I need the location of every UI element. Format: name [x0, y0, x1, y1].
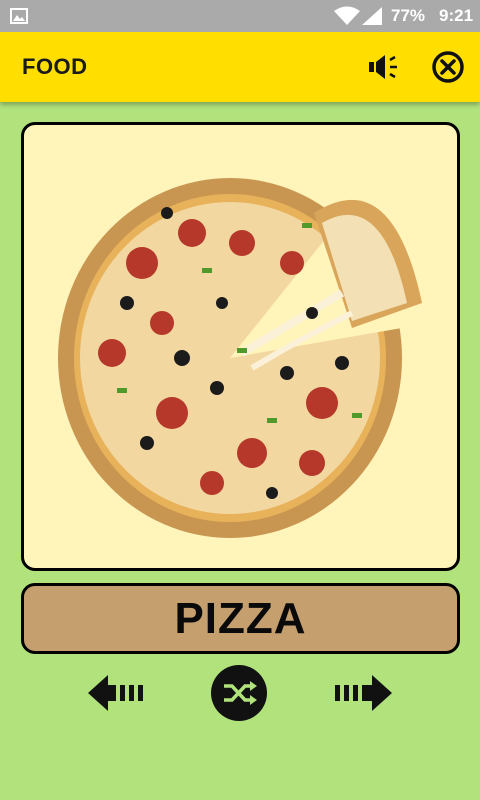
app-header: FOOD: [0, 32, 480, 102]
battery-percent: 77%: [391, 6, 426, 25]
signal-icon: [362, 7, 382, 25]
shuffle-button[interactable]: [210, 664, 268, 727]
speaker-icon: [369, 55, 397, 79]
next-button[interactable]: [332, 675, 392, 716]
wifi-icon: [334, 6, 360, 25]
word-label: PIZZA: [174, 594, 307, 643]
arrow-left-icon: [88, 675, 143, 711]
pizza-image: [58, 178, 430, 538]
clock: 9:21: [439, 6, 474, 25]
word-label-box: PIZZA: [21, 583, 460, 654]
close-circle-icon: [432, 51, 464, 83]
shuffle-icon: [211, 665, 267, 721]
arrow-right-icon: [335, 675, 392, 711]
sound-button[interactable]: [366, 52, 400, 82]
flashcard-image: [21, 122, 460, 571]
previous-button[interactable]: [88, 675, 148, 716]
image-icon: [10, 8, 28, 24]
status-bar: 77% 9:21: [0, 0, 480, 32]
close-button[interactable]: [431, 50, 465, 84]
page-title: FOOD: [22, 54, 88, 79]
